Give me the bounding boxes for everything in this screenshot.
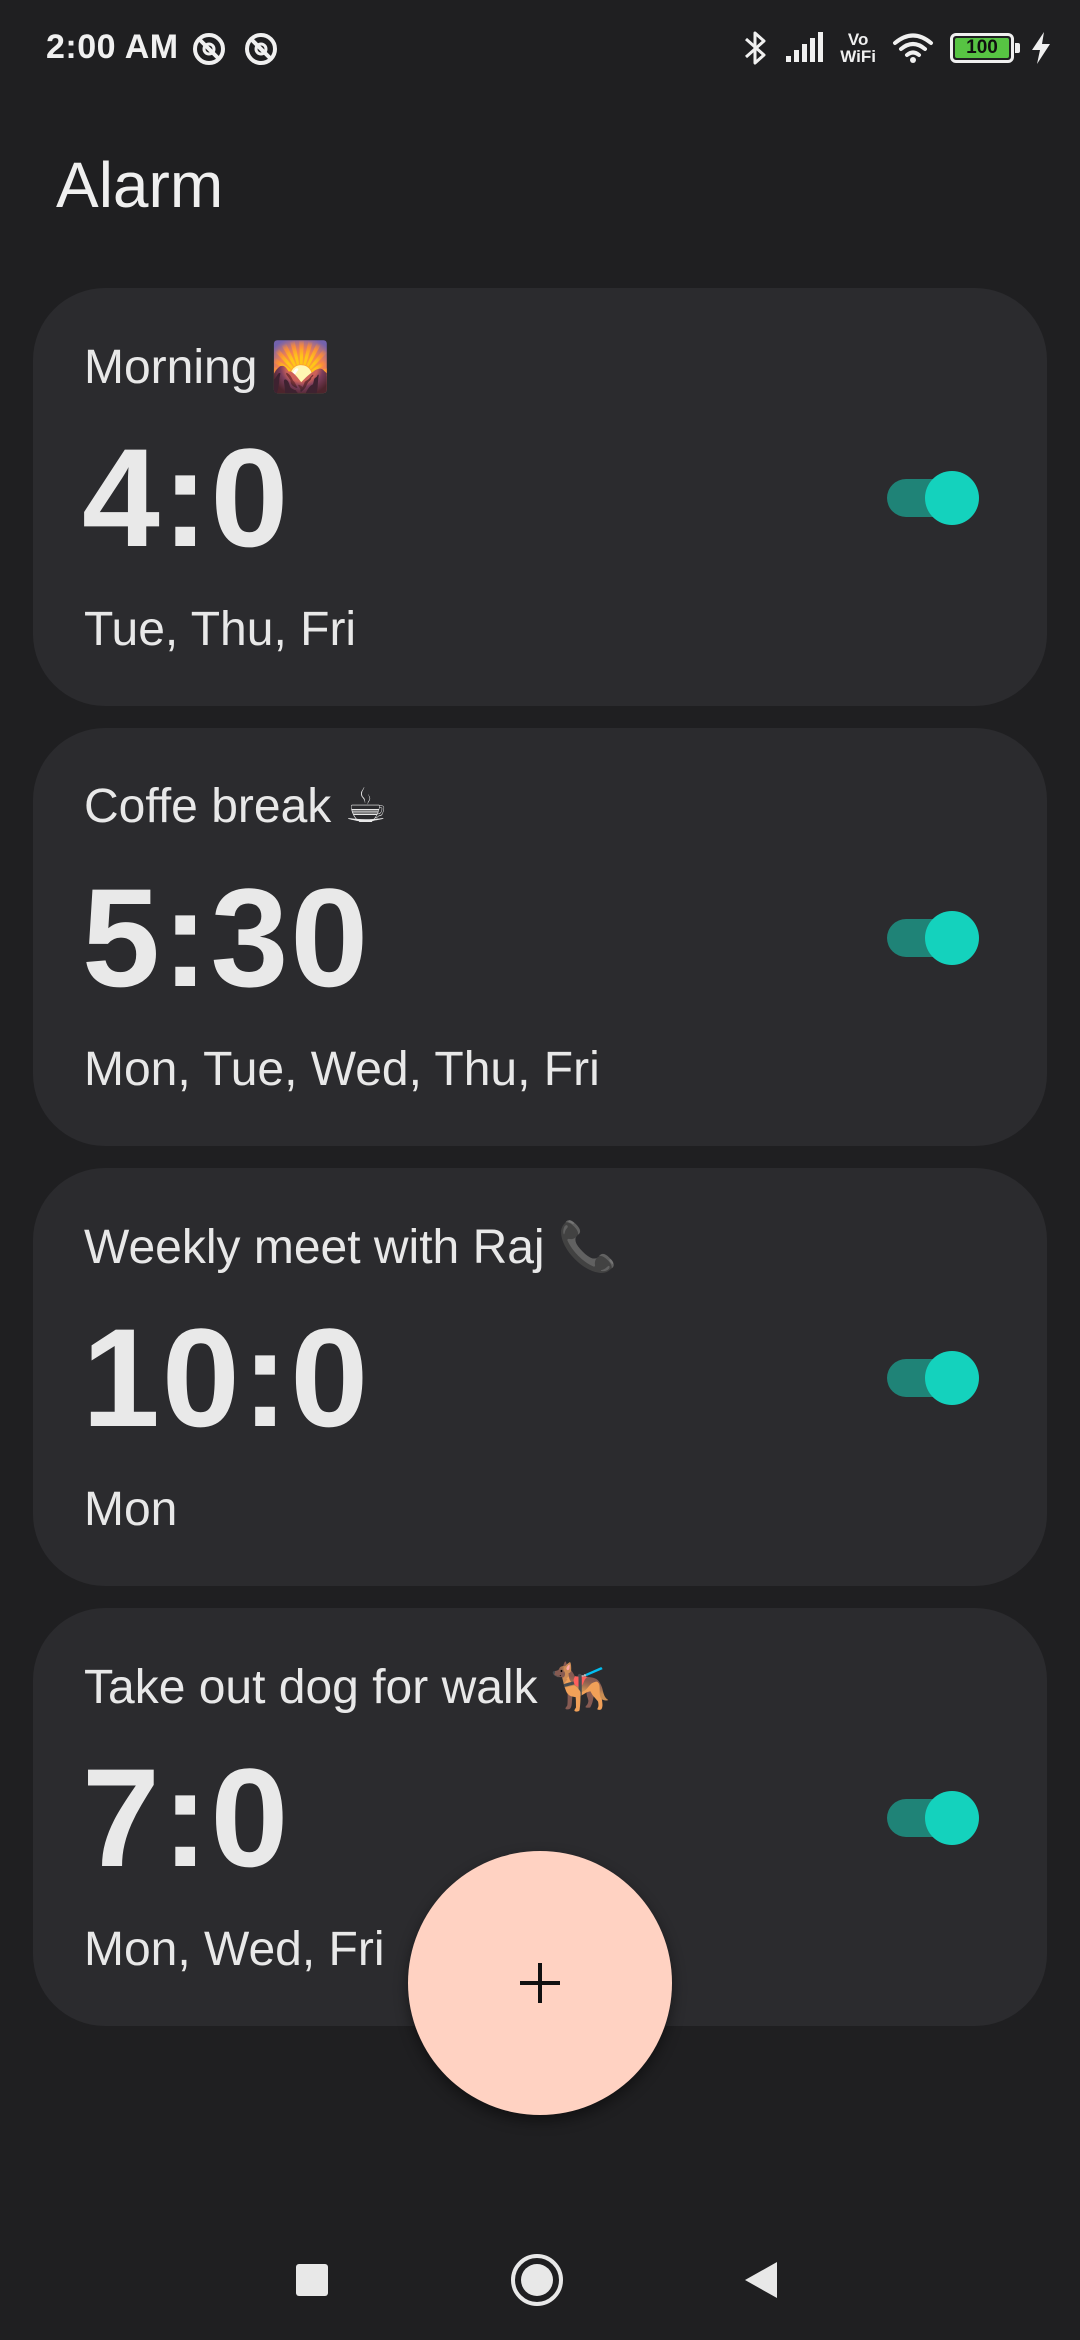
back-triangle-icon (745, 2262, 777, 2298)
status-icons: Vo WiFi 100 (742, 26, 1052, 70)
alarm-days: Mon, Wed, Fri (84, 1923, 385, 1976)
status-time: 2:00 AM (46, 28, 179, 66)
alarm-time: 10:0 (82, 1299, 371, 1456)
alarm-label: Coffe break ☕ (84, 780, 388, 833)
alarm-days: Mon (84, 1483, 178, 1536)
navigation-bar (0, 2220, 1080, 2340)
alarm-label: Take out dog for walk 🐕‍🦺 (84, 1661, 611, 1714)
charging-bolt-icon (1032, 32, 1050, 64)
back-button[interactable] (733, 2252, 789, 2308)
vowifi-indicator: Vo WiFi (840, 30, 876, 66)
alarm-time: 4:0 (82, 419, 291, 576)
alarm-days: Tue, Thu, Fri (84, 603, 357, 656)
alarm-time: 7:0 (82, 1739, 291, 1896)
status-bar: 2:00 AM Vo WiFi 100 (0, 0, 1080, 96)
alarm-label: Morning 🌄 (84, 341, 331, 394)
alarm-toggle[interactable] (883, 468, 979, 528)
alarm-toggle[interactable] (883, 908, 979, 968)
battery-icon: 100 (950, 33, 1020, 63)
page-title: Alarm (56, 149, 224, 221)
alarm-days: Mon, Tue, Wed, Thu, Fri (84, 1043, 600, 1096)
battery-level: 100 (955, 37, 1009, 58)
toggle-thumb (925, 911, 979, 965)
alarm-card[interactable]: Weekly meet with Raj 📞 10:0 Mon (33, 1168, 1047, 1586)
alarm-toggle[interactable] (883, 1788, 979, 1848)
sync-off-icon (245, 33, 277, 65)
toggle-thumb (925, 1791, 979, 1845)
plus-icon (520, 1963, 560, 2003)
toggle-thumb (925, 1351, 979, 1405)
add-alarm-button[interactable] (408, 1851, 672, 2115)
alarm-list: Morning 🌄 4:0 Tue, Thu, Fri Coffe break … (33, 288, 1047, 2048)
alarm-card[interactable]: Morning 🌄 4:0 Tue, Thu, Fri (33, 288, 1047, 706)
signal-icon (786, 32, 824, 62)
alarm-label: Weekly meet with Raj 📞 (84, 1221, 618, 1274)
recents-square-icon (296, 2264, 328, 2296)
bluetooth-icon (745, 31, 766, 65)
alarm-card[interactable]: Coffe break ☕ 5:30 Mon, Tue, Wed, Thu, F… (33, 728, 1047, 1146)
sync-off-icon (193, 33, 225, 65)
home-button[interactable] (509, 2252, 565, 2308)
wifi-icon (893, 33, 933, 63)
toggle-thumb (925, 471, 979, 525)
alarm-time: 5:30 (82, 859, 371, 1016)
home-circle-icon (511, 2254, 563, 2306)
recents-button[interactable] (284, 2252, 340, 2308)
alarm-toggle[interactable] (883, 1348, 979, 1408)
